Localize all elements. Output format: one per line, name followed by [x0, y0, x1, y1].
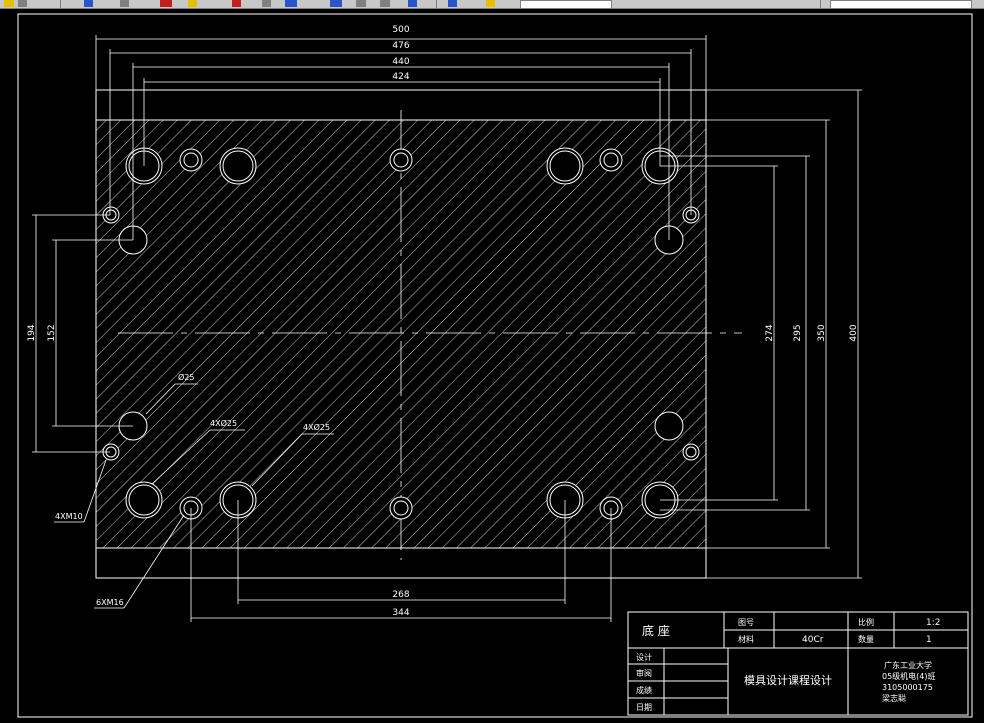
cad-drawing-canvas[interactable]: 500 476 440 424 194 152 274 295 350 400 … — [0, 8, 984, 723]
dimension-344: 344 — [392, 608, 409, 618]
orbit-icon[interactable] — [486, 0, 495, 7]
dimension-194: 194 — [27, 324, 37, 341]
student-name: 梁志聪 — [882, 693, 906, 703]
view-icon[interactable] — [448, 0, 457, 7]
dimension-424: 424 — [392, 72, 409, 82]
distance-icon[interactable] — [262, 0, 271, 7]
design-label: 设计 — [636, 652, 652, 662]
dimension-500: 500 — [392, 25, 409, 35]
quantity-value: 1 — [926, 635, 932, 645]
properties-icon[interactable] — [160, 0, 172, 7]
dimension-440: 440 — [392, 57, 409, 67]
zoom-window-icon[interactable] — [188, 0, 197, 7]
grade-label: 成绩 — [636, 685, 652, 695]
quantity-label: 数量 — [858, 634, 874, 644]
dimension-295: 295 — [793, 324, 803, 341]
dimension-268: 268 — [392, 590, 409, 600]
lineweight-icon[interactable] — [380, 0, 390, 7]
course-title: 模具设计课程设计 — [744, 674, 832, 687]
scale-label: 比例 — [858, 617, 874, 627]
date-label: 日期 — [636, 703, 652, 712]
dimension-350: 350 — [817, 324, 827, 341]
dimension-152: 152 — [47, 324, 57, 341]
material-label: 材料 — [738, 634, 754, 644]
student-id: 3105000175 — [882, 683, 933, 692]
dimension-274: 274 — [765, 324, 775, 341]
layer-icon[interactable] — [285, 0, 297, 7]
pan-icon[interactable] — [120, 0, 129, 7]
toolbar-separator — [60, 0, 61, 8]
scale-value: 1:2 — [926, 618, 940, 628]
review-label: 审阅 — [636, 668, 652, 678]
open-icon[interactable] — [4, 0, 14, 7]
part-name: 底 座 — [642, 623, 670, 638]
print-icon[interactable] — [18, 0, 27, 7]
zoom-previous-icon[interactable] — [232, 0, 241, 7]
dimension-400: 400 — [849, 324, 859, 341]
dimension-476: 476 — [392, 41, 409, 51]
color-icon[interactable] — [330, 0, 342, 7]
callout-4x-phi25-left: 4XØ25 — [210, 418, 237, 428]
toolbar-separator — [820, 0, 821, 8]
callout-4xm10: 4XM10 — [55, 512, 83, 521]
help-icon[interactable] — [408, 0, 417, 7]
toolbar-separator — [436, 0, 437, 8]
class-name: 05级机电(4)班 — [882, 671, 936, 681]
zoom-icon[interactable] — [84, 0, 93, 7]
callout-4x-phi25-right: 4XØ25 — [303, 422, 330, 432]
linetype-icon[interactable] — [356, 0, 366, 7]
callout-6xm16: 6XM16 — [96, 598, 124, 607]
callout-phi25: Ø25 — [178, 372, 194, 382]
material-value: 40Cr — [802, 635, 824, 645]
school-name: 广东工业大学 — [884, 660, 932, 670]
drawing-no-label: 图号 — [738, 618, 754, 627]
